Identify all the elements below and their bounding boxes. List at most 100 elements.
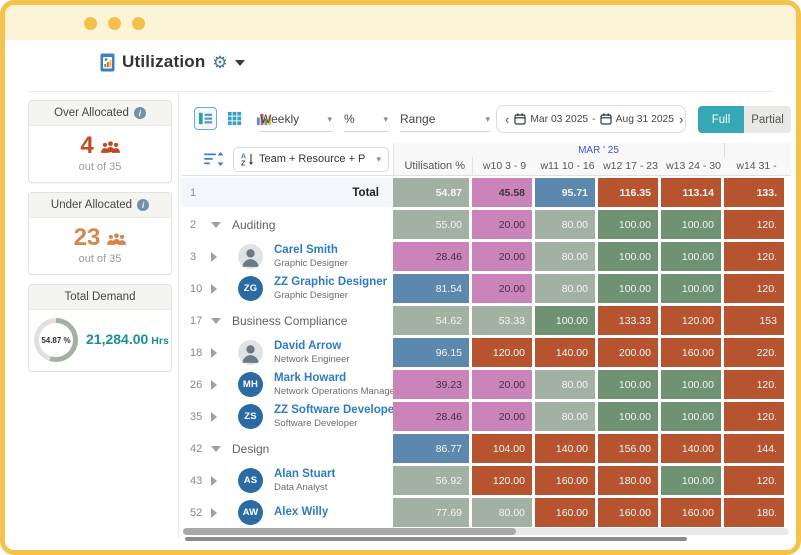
unit-select[interactable]: % ▾ — [344, 107, 388, 132]
utilisation-cell: 28.46 — [393, 402, 469, 431]
week-value-cell: 100.00 — [598, 402, 658, 431]
settings-gear-icon[interactable]: ⚙ — [212, 54, 227, 71]
week-value-cell: 80.00 — [472, 498, 532, 527]
week-value-cell: 80.00 — [535, 274, 595, 303]
svg-text:A: A — [241, 154, 246, 161]
grid-header: AZ Team + Resource + Proj... ▾ MAR ' 25 … — [181, 143, 791, 176]
avatar: AW — [238, 500, 263, 525]
resource-name-link[interactable]: Mark Howard — [274, 372, 393, 386]
week-value-cell: 120. — [724, 370, 784, 399]
over-allocated-card: Over Allocated i 4 out of 35 — [28, 100, 172, 183]
group-name: Business Compliance — [232, 313, 348, 328]
utilisation-cell: 56.92 — [393, 466, 469, 495]
week-value-cell: 140.00 — [535, 338, 595, 367]
scrollbar-thumb[interactable] — [183, 528, 516, 535]
week-value-cell: 133.33 — [598, 306, 658, 335]
resource-name-link[interactable]: ZZ Software Developer — [274, 404, 399, 418]
row-number: 17 — [190, 314, 203, 327]
week-value-cell: 100.00 — [661, 370, 721, 399]
expand-collapse-all-icon[interactable] — [204, 151, 224, 167]
expand-arrow-icon[interactable] — [211, 347, 229, 358]
sort-az-icon: AZ — [241, 152, 254, 166]
week-column-header: w11 10 - 16 — [540, 160, 595, 172]
resource-name-link[interactable]: Carel Smith — [274, 244, 348, 258]
collapse-arrow-icon[interactable] — [211, 317, 229, 324]
week-value-cell: 100.00 — [598, 274, 658, 303]
week-value-cell: 100.00 — [661, 210, 721, 239]
demand-hours: 21,284.00 — [86, 331, 149, 347]
over-allocated-value: 4 — [80, 132, 94, 159]
utilization-report-icon — [100, 53, 115, 72]
resource-name-link[interactable]: Alex Willy — [274, 506, 328, 520]
resource-role: Graphic Designer — [274, 257, 348, 269]
group-by-dropdown[interactable]: AZ Team + Resource + Proj... ▾ — [233, 146, 389, 172]
week-value-cell: 120.00 — [472, 466, 532, 495]
chevron-down-icon: ▾ — [376, 153, 381, 164]
horizontal-scrollbar — [183, 528, 789, 535]
total-demand-title: Total Demand — [64, 291, 136, 303]
expand-arrow-icon[interactable] — [211, 411, 229, 422]
resource-role: Network Engineer — [274, 353, 350, 365]
date-from[interactable]: Mar 03 2025 — [530, 114, 588, 125]
resource-role: Network Operations Manager — [274, 385, 399, 397]
resource-name-link[interactable]: ZZ Graphic Designer — [274, 276, 387, 290]
chevron-down-icon: ▾ — [485, 113, 490, 124]
bottom-scrollbar[interactable] — [185, 537, 687, 541]
expand-arrow-icon[interactable] — [211, 475, 229, 486]
week-value-cell: 20.00 — [472, 274, 532, 303]
svg-text:Z: Z — [241, 161, 246, 167]
range-select[interactable]: Range ▾ — [400, 107, 490, 132]
week-value-cell: 180.00 — [598, 466, 658, 495]
info-icon[interactable]: i — [133, 107, 146, 119]
expand-arrow-icon[interactable] — [211, 379, 229, 390]
avatar: MH — [238, 372, 263, 397]
week-value-cell: 120. — [724, 210, 784, 239]
window-controls — [84, 17, 145, 30]
week-value-cell: 20.00 — [472, 370, 532, 399]
week-column-header: w14 31 - — [736, 160, 777, 172]
table-row: 43 AS Alan Stuart Data Analyst 56.92 120.00 16… — [181, 466, 791, 495]
grid-view-button[interactable] — [223, 107, 246, 130]
avatar — [238, 244, 263, 269]
week-value-cell: 133. — [724, 178, 784, 207]
demand-donut-chart: 54.87 % — [34, 318, 78, 362]
utilisation-cell: 86.77 — [393, 434, 469, 463]
header-divider — [28, 91, 773, 92]
partial-toggle-button[interactable]: Partial — [744, 106, 791, 133]
group-by-label: Team + Resource + Proj... — [259, 153, 366, 165]
week-value-cell: 20.00 — [472, 242, 532, 271]
total-label: Total — [352, 186, 379, 199]
date-to[interactable]: Aug 31 2025 — [616, 114, 674, 125]
week-column-header: w13 24 - 30 — [666, 160, 721, 172]
full-partial-toggle: Full Partial — [698, 106, 791, 133]
period-select[interactable]: Weekly ▾ — [260, 107, 332, 132]
total-demand-card: Total Demand 54.87 % 21,284.00 Hrs — [28, 284, 172, 372]
settings-caret-icon[interactable] — [234, 60, 245, 66]
collapse-arrow-icon[interactable] — [211, 445, 229, 452]
week-value-cell: 80.00 — [535, 370, 595, 399]
week-value-cell: 180. — [724, 498, 784, 527]
collapse-arrow-icon[interactable] — [211, 221, 229, 228]
summary-sidebar: Over Allocated i 4 out of 35 Under Alloc… — [28, 100, 172, 381]
table-row: 26 MH Mark Howard Network Operations Manage… — [181, 370, 791, 399]
utilisation-cell: 96.15 — [393, 338, 469, 367]
week-value-cell: 100.00 — [535, 306, 595, 335]
expand-arrow-icon[interactable] — [211, 251, 229, 262]
info-icon[interactable]: i — [137, 199, 150, 211]
week-value-cell: 120.00 — [661, 306, 721, 335]
table-row: 17 Business Compliance 54.62 53.33 100.00 133… — [181, 306, 791, 335]
utilization-view-button[interactable] — [194, 107, 217, 130]
demand-unit: Hrs — [151, 335, 169, 347]
week-value-cell: 20.00 — [472, 210, 532, 239]
full-toggle-button[interactable]: Full — [698, 106, 744, 133]
week-value-cell: 53.33 — [472, 306, 532, 335]
group-name: Design — [232, 441, 270, 456]
prev-period-button[interactable]: ‹ — [504, 113, 510, 126]
resource-name-link[interactable]: Alan Stuart — [274, 468, 335, 482]
expand-arrow-icon[interactable] — [211, 283, 229, 294]
resource-name-link[interactable]: David Arrow — [274, 340, 350, 354]
next-period-button[interactable]: › — [678, 113, 684, 126]
week-value-cell: 120. — [724, 274, 784, 303]
expand-arrow-icon[interactable] — [211, 507, 229, 518]
avatar — [238, 340, 263, 365]
